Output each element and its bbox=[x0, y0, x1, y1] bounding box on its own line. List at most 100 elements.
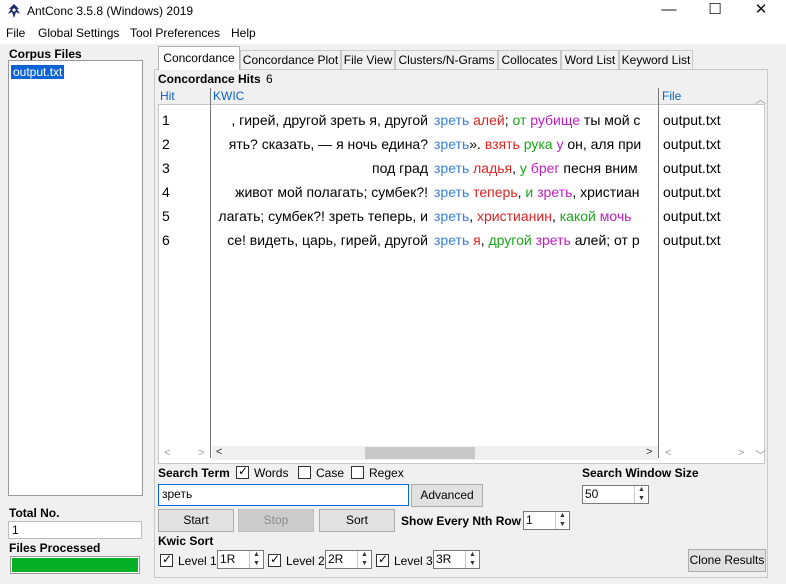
start-button[interactable]: Start bbox=[158, 509, 234, 532]
hit-number: 4 bbox=[162, 184, 170, 200]
total-files-box: 1 bbox=[8, 521, 142, 539]
clone-results-button[interactable]: Clone Results bbox=[688, 549, 766, 572]
kwic-scroll-left-icon[interactable]: < bbox=[216, 446, 222, 458]
search-window-size-value: 50 bbox=[585, 487, 599, 501]
kwic-sort-label: Kwic Sort bbox=[158, 534, 214, 548]
spin-up-icon[interactable]: ▲ bbox=[466, 551, 479, 560]
title-bar: AntConc 3.5.8 (Windows) 2019 — ☐ ✕ bbox=[0, 0, 786, 22]
menu-tool-preferences[interactable]: Tool Preferences bbox=[130, 26, 220, 40]
kwic-right-text: зреть я, другой зреть алей; от р bbox=[434, 228, 641, 252]
level-3-stepper: ▲ ▼ bbox=[465, 551, 479, 568]
kwic-column-header[interactable]: KWIC bbox=[213, 89, 244, 103]
kwic-token-magenta: мочь bbox=[599, 208, 632, 224]
level-3-checkbox[interactable] bbox=[376, 552, 389, 567]
level-2-spinner[interactable]: 2R ▲ ▼ bbox=[325, 550, 372, 569]
hit-scroll-left-icon[interactable]: < bbox=[164, 447, 170, 459]
hit-column-header[interactable]: Hit bbox=[160, 89, 175, 103]
level-3-label: Level 3 bbox=[394, 554, 433, 568]
kwic-right-text: зреть теперь, и зреть, христиан bbox=[434, 180, 641, 204]
kwic-left-text: под град bbox=[372, 160, 428, 176]
stop-button[interactable]: Stop bbox=[238, 509, 314, 532]
hit-kwic-divider[interactable] bbox=[210, 88, 211, 458]
corpus-file-item[interactable]: output.txt bbox=[11, 65, 65, 79]
spin-down-icon[interactable]: ▼ bbox=[556, 521, 569, 530]
tab-concordance-plot[interactable]: Concordance Plot bbox=[240, 50, 341, 69]
kwic-left-context: , гирей, другой зреть я, другой ять? сказ… bbox=[218, 108, 428, 252]
level-1-checkbox[interactable] bbox=[160, 552, 173, 567]
kwic-right-text: зреть алей; от рубище ты мой с bbox=[434, 108, 641, 132]
concordance-hits-count: 6 bbox=[266, 72, 273, 86]
tab-keyword-list[interactable]: Keyword List bbox=[619, 50, 693, 69]
nth-row-label: Show Every Nth Row bbox=[401, 514, 522, 528]
file-column-header[interactable]: File bbox=[662, 89, 681, 103]
tab-file-view[interactable]: File View bbox=[341, 50, 395, 69]
kwic-token-blue: зреть bbox=[434, 184, 470, 200]
hit-number: 1 bbox=[162, 112, 170, 128]
search-window-size-spinner[interactable]: 50 ▲ ▼ bbox=[582, 485, 649, 504]
nth-row-spinner[interactable]: 1 ▲ ▼ bbox=[523, 511, 570, 530]
kwic-token-red: взять bbox=[484, 136, 520, 152]
kwic-scroll-thumb[interactable] bbox=[365, 447, 475, 459]
corpus-files-list[interactable]: output.txt bbox=[8, 60, 143, 496]
file-scroll-right-icon[interactable]: > bbox=[738, 447, 744, 459]
regex-checkbox[interactable] bbox=[351, 466, 364, 479]
minimize-button[interactable]: — bbox=[646, 0, 692, 22]
scroll-down-icon[interactable]: ﹀ bbox=[755, 447, 766, 463]
nth-row-stepper: ▲ ▼ bbox=[555, 512, 569, 529]
tab-concordance[interactable]: Concordance bbox=[158, 46, 240, 70]
spin-down-icon[interactable]: ▼ bbox=[250, 560, 263, 569]
kwic-token: , bbox=[551, 208, 560, 224]
search-term-input[interactable]: зреть bbox=[158, 484, 409, 506]
close-icon: ✕ bbox=[754, 1, 768, 18]
kwic-token-magenta: рубище bbox=[530, 112, 581, 128]
kwic-token: , bbox=[512, 160, 520, 176]
maximize-button[interactable]: ☐ bbox=[692, 0, 738, 22]
spin-down-icon[interactable]: ▼ bbox=[635, 495, 648, 504]
spin-up-icon[interactable]: ▲ bbox=[635, 486, 648, 495]
search-window-size-stepper: ▲ ▼ bbox=[634, 486, 648, 503]
maximize-icon: ☐ bbox=[708, 1, 722, 18]
spin-up-icon[interactable]: ▲ bbox=[358, 551, 371, 560]
level-2-checkbox[interactable] bbox=[268, 552, 281, 567]
kwic-token: ». bbox=[469, 136, 485, 152]
menu-help[interactable]: Help bbox=[231, 26, 256, 40]
menu-global-settings[interactable]: Global Settings bbox=[38, 26, 119, 40]
tab-collocates[interactable]: Collocates bbox=[498, 50, 561, 69]
close-button[interactable]: ✕ bbox=[738, 0, 784, 22]
hit-scroll-right-icon[interactable]: > bbox=[198, 447, 204, 459]
file-name: output.txt bbox=[663, 208, 721, 224]
kwic-right-context: зреть алей; от рубище ты мой с зреть». вз… bbox=[434, 108, 641, 252]
kwic-file-divider[interactable] bbox=[658, 88, 659, 458]
total-files-label: Total No. bbox=[9, 506, 60, 520]
tab-clusters-ngrams[interactable]: Clusters/N-Grams bbox=[395, 50, 498, 69]
advanced-button[interactable]: Advanced bbox=[411, 484, 483, 507]
kwic-token-green: у bbox=[519, 160, 527, 176]
file-name: output.txt bbox=[663, 160, 721, 176]
kwic-token-green: другой bbox=[488, 232, 532, 248]
kwic-token-red: я bbox=[473, 232, 481, 248]
kwic-left-text: ять? сказать, — я ночь едина? bbox=[228, 136, 428, 152]
case-checkbox[interactable] bbox=[298, 466, 311, 479]
level-1-spinner[interactable]: 1R ▲ ▼ bbox=[217, 550, 264, 569]
app-icon bbox=[8, 4, 20, 18]
spin-up-icon[interactable]: ▲ bbox=[556, 512, 569, 521]
spin-down-icon[interactable]: ▼ bbox=[466, 560, 479, 569]
kwic-left-text: , гирей, другой зреть я, другой bbox=[231, 112, 428, 128]
kwic-right-text: зреть». взять рука у он, аля при bbox=[434, 132, 641, 156]
spin-down-icon[interactable]: ▼ bbox=[358, 560, 371, 569]
kwic-token-red: ладья bbox=[473, 160, 513, 176]
file-scroll-left-icon[interactable]: < bbox=[665, 447, 671, 459]
sort-button[interactable]: Sort bbox=[319, 509, 395, 532]
files-processed-label: Files Processed bbox=[9, 541, 101, 555]
spin-up-icon[interactable]: ▲ bbox=[250, 551, 263, 560]
file-name: output.txt bbox=[663, 112, 721, 128]
kwic-column: , гирей, другой зреть я, другой ять? сказ… bbox=[212, 108, 658, 448]
file-name: output.txt bbox=[663, 232, 721, 248]
tab-word-list[interactable]: Word List bbox=[561, 50, 619, 69]
corpus-files-label: Corpus Files bbox=[9, 47, 82, 61]
kwic-scroll-right-icon[interactable]: > bbox=[646, 446, 652, 458]
words-checkbox[interactable] bbox=[236, 464, 249, 479]
scroll-up-icon[interactable]: ︿ bbox=[755, 91, 766, 107]
level-3-spinner[interactable]: 3R ▲ ▼ bbox=[433, 550, 480, 569]
menu-file[interactable]: File bbox=[6, 26, 25, 40]
